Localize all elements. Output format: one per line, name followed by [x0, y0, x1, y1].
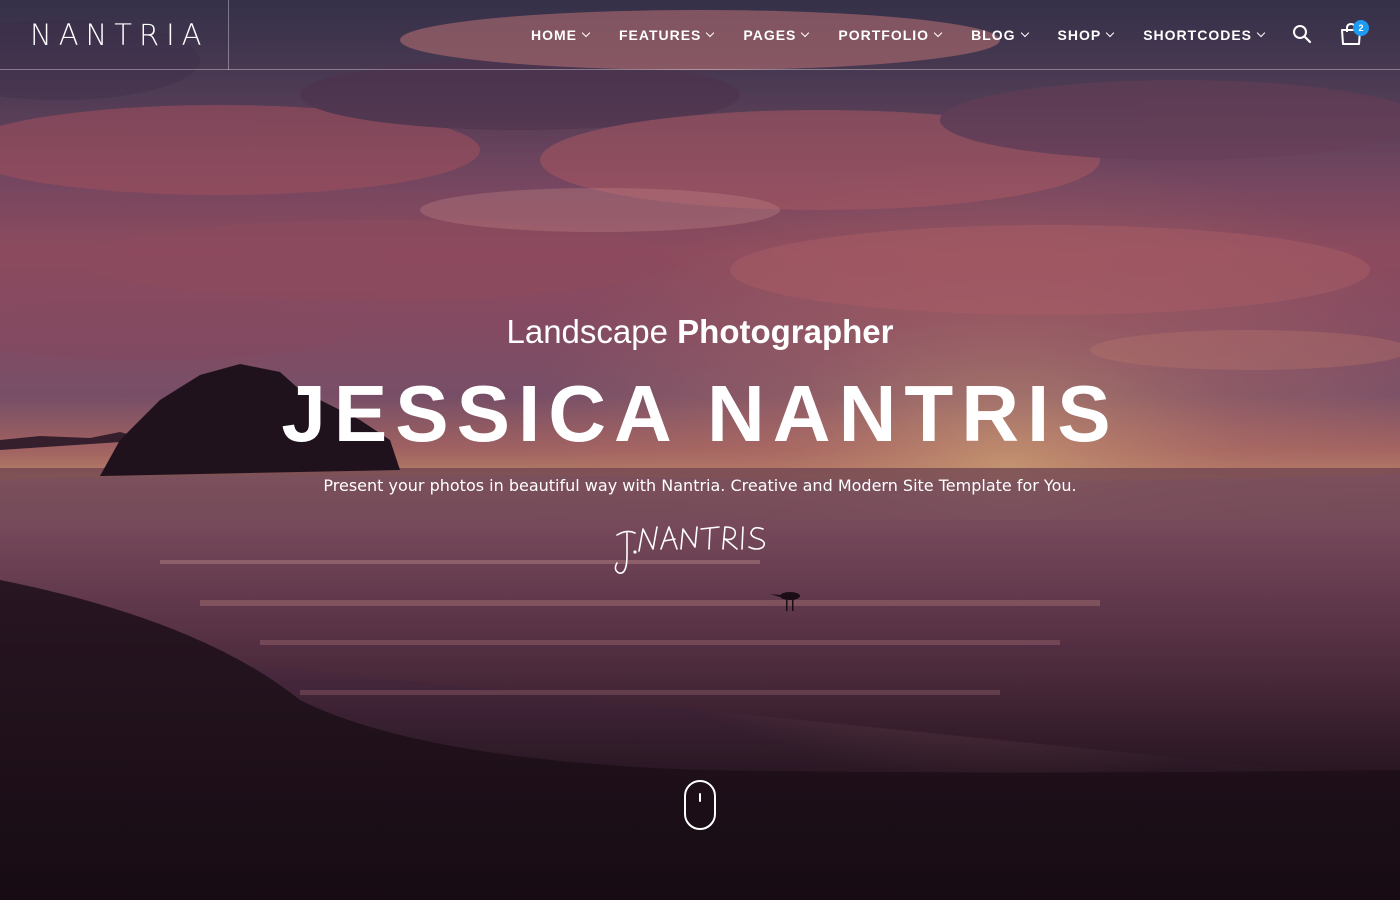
- nav-item-blog[interactable]: BLOG: [971, 27, 1029, 43]
- main-navigation: HOME FEATURES PAGES PORTFOLIO BLOG SHOP …: [501, 0, 1266, 70]
- chevron-down-icon: [1105, 28, 1115, 38]
- hero-title: JESSICA NANTRIS: [281, 369, 1119, 458]
- chevron-down-icon: [706, 28, 715, 38]
- chevron-down-icon: [933, 28, 943, 38]
- site-header: NANTRIA HOME FEATURES PAGES PORTFOLIO BL…: [0, 0, 1400, 70]
- scroll-down-button[interactable]: [684, 780, 716, 830]
- cart-count-badge: 2: [1353, 20, 1369, 36]
- search-button[interactable]: [1292, 24, 1312, 44]
- signature-image: [614, 526, 766, 574]
- nav-item-features[interactable]: FEATURES: [618, 27, 715, 43]
- nav-item-label: PORTFOLIO: [838, 27, 930, 43]
- chevron-down-icon: [1256, 28, 1266, 38]
- chevron-down-icon: [801, 28, 810, 38]
- nav-item-label: HOME: [530, 27, 577, 43]
- nav-item-label: SHOP: [1057, 27, 1102, 43]
- nav-item-pages[interactable]: PAGES: [743, 27, 810, 43]
- nav-item-label: BLOG: [971, 27, 1016, 43]
- nav-item-label: PAGES: [743, 27, 797, 43]
- hero-subtitle-bold: Photographer: [677, 313, 894, 350]
- logo-container[interactable]: NANTRIA: [0, 0, 229, 70]
- mouse-scroll-icon: [699, 793, 701, 802]
- chevron-down-icon: [581, 28, 591, 38]
- nav-item-home[interactable]: HOME: [530, 27, 591, 43]
- nav-item-shop[interactable]: SHOP: [1057, 27, 1115, 43]
- hero-subtitle: Landscape Photographer: [0, 310, 1400, 354]
- chevron-down-icon: [1020, 28, 1029, 38]
- nav-item-portfolio[interactable]: PORTFOLIO: [838, 27, 943, 43]
- hero-subtitle-light: Landscape: [506, 313, 668, 350]
- nav-item-shortcodes[interactable]: SHORTCODES: [1143, 27, 1266, 43]
- nav-item-label: FEATURES: [618, 27, 702, 43]
- search-icon: [1293, 25, 1312, 44]
- nav-item-label: SHORTCODES: [1143, 27, 1252, 43]
- hero-description: Present your photos in beautiful way wit…: [323, 476, 1077, 495]
- site-logo[interactable]: NANTRIA: [30, 18, 208, 52]
